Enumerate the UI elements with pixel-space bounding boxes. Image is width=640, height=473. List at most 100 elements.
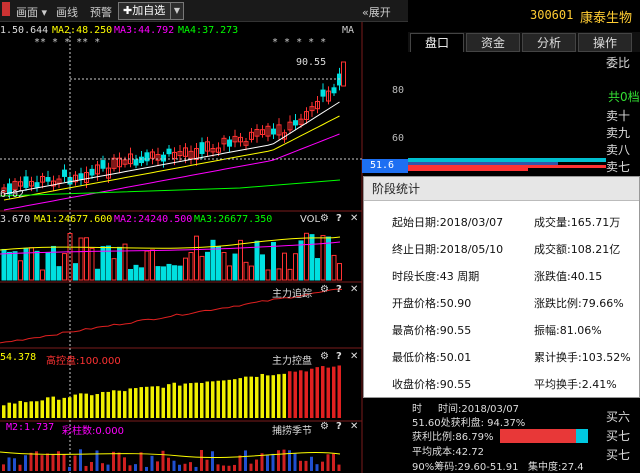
average-turnover: 平均换手:2.41% [534,378,617,391]
ma1-line [3,101,340,195]
season-bar [299,460,302,471]
control-close-icon[interactable]: ✕ [350,351,358,362]
season-bar [337,464,341,471]
draw-screen-menu[interactable]: 画面 ▾ [16,4,47,20]
volume-bar [205,251,210,281]
season-bar [238,455,242,471]
candle-body [34,182,40,188]
track-close-icon[interactable]: ✕ [350,284,358,295]
vol-help-icon[interactable]: ? [336,213,342,224]
control-bar [112,390,116,418]
control-bar [222,380,226,418]
vol-value: 3.670 [0,214,31,225]
high-control-label: 高控盘:100.000 [46,356,121,367]
order-ratio-label: 委比 [606,56,631,70]
tab-funds[interactable]: 资金 [466,33,520,52]
season-bar [194,466,198,471]
season-bar [167,457,170,471]
control-bar [304,371,308,418]
start-date: 起始日期:2018/03/07 [392,216,504,229]
sell9-label: 卖九 [606,126,631,140]
volume-bar [304,232,309,281]
track-gear-icon[interactable]: ⚙ [320,284,329,295]
kline-chart-area[interactable] [0,22,408,473]
season-bar [222,465,225,471]
loss-ratio-bar [576,429,588,443]
season-bar [321,461,324,471]
concentration: 集中度:27.4 [528,462,584,473]
volume-bar [34,250,40,281]
control-bar [326,367,330,418]
control-bar [150,386,154,418]
candle-body [166,148,172,155]
vol-gear-icon[interactable]: ⚙ [320,213,329,224]
open-price: 开盘价格:50.90 [392,297,472,310]
ma2-line [3,115,340,201]
period-length: 时段长度:43 周期 [392,270,480,283]
control-gear-icon[interactable]: ⚙ [320,351,329,362]
volume-bar [144,250,150,281]
draw-line-button[interactable]: 画线 [56,4,78,20]
volume-bar [122,243,128,281]
track-help-icon[interactable]: ? [336,284,342,295]
volume-bar [45,252,51,281]
vol-close-icon[interactable]: ✕ [350,213,358,224]
season-help-icon[interactable]: ? [336,421,342,432]
add-watchlist-dropdown[interactable]: ▼ [170,2,184,20]
control-bar [2,405,6,418]
tab-handicap[interactable]: 盘口 [410,33,464,52]
control-bar [134,388,138,418]
volume-bar [56,266,62,281]
season-bar [326,454,330,471]
control-bar [271,375,275,418]
ma4-label: MA4:37.273 [178,25,239,36]
control-bar [238,378,242,418]
volume-bar [221,252,227,281]
control-bar [106,391,110,418]
control-bar [139,387,143,418]
current-price-badge: 51.6 [362,159,408,173]
profit-disk: 51.60处获利盘: 94.37% [412,418,526,429]
control-bar [293,371,297,418]
volume-bar [243,261,249,281]
volume-bar [287,268,293,281]
season-bar [282,449,286,471]
signal-stars-right: * * * * * [272,37,327,48]
expand-panel-button[interactable]: «展开 [362,4,391,20]
control-bar [46,397,50,418]
season-bar [249,463,253,471]
control-bar [183,383,187,418]
control-bar [205,381,209,418]
season-color-count: 彩柱数:0.000 [62,426,124,437]
season-bar [112,451,115,471]
volume-bar [227,265,232,281]
control-bar [62,397,66,418]
tab-operation[interactable]: 操作 [578,33,632,52]
grid-icon[interactable] [2,2,10,16]
stage-statistics-dialog: 阶段统计 起始日期:2018/03/07 成交量:165.71万 终止日期:20… [363,176,640,398]
season-bar [178,464,181,471]
volume-bar [194,235,199,281]
stock-name: 康泰生物 [580,11,633,26]
control-bar [172,382,176,418]
season-bar [150,455,154,471]
season-close-icon[interactable]: ✕ [350,421,358,432]
season-bar [29,452,33,471]
volume-bar [166,263,172,281]
alert-button[interactable]: 预警 [90,4,112,20]
control-bar [282,373,286,418]
control-bar [68,397,72,418]
signal-stars-left: ** * * ** * [34,37,101,48]
chart-toolbar: 画面 ▾ 画线 预警 ✚加自选 ▼ «展开 [0,0,408,22]
control-help-icon[interactable]: ? [336,351,342,362]
season-gear-icon[interactable]: ⚙ [320,421,329,432]
close-price: 收盘价格:90.55 [392,378,472,391]
tab-analysis[interactable]: 分析 [522,33,576,52]
control-bar [90,395,94,418]
track-indicator-label: 主力追踪 [272,289,312,300]
plus-icon: ✚ [123,4,133,17]
season-bar [233,464,236,471]
volume-bar [298,240,304,281]
control-bar [249,376,253,418]
chips-90: 90%筹码:29.60-51.91 [412,462,519,473]
